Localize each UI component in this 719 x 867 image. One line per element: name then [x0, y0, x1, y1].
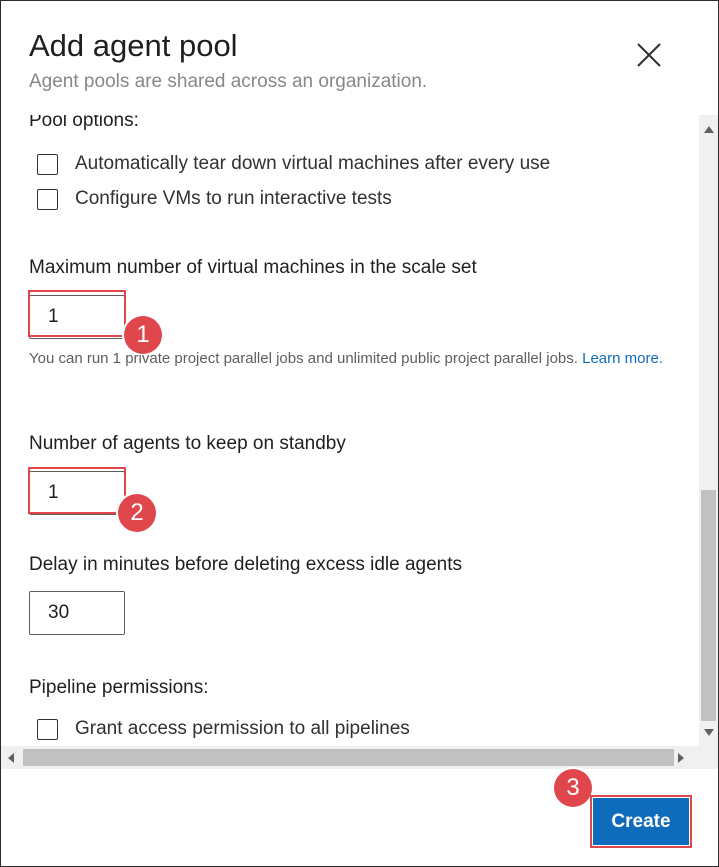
- scrollbar-corner: [699, 746, 718, 769]
- interactive-tests-checkbox[interactable]: [37, 188, 58, 210]
- learn-more-link[interactable]: Learn more.: [582, 350, 663, 367]
- pipeline-permissions-heading: Pipeline permissions:: [29, 677, 209, 698]
- standby-input[interactable]: 1: [29, 471, 125, 515]
- max-vms-input[interactable]: 1: [29, 295, 125, 339]
- scroll-down-arrow-icon[interactable]: [704, 729, 714, 736]
- horizontal-scrollbar[interactable]: [1, 746, 699, 769]
- dialog-scroll-area: Pool options: Automatically tear down vi…: [1, 115, 699, 746]
- grant-access-checkbox[interactable]: [37, 718, 58, 740]
- teardown-vms-label: Automatically tear down virtual machines…: [75, 153, 551, 174]
- step-3-badge: 3: [554, 769, 592, 807]
- teardown-vms-checkbox[interactable]: [37, 153, 58, 175]
- dialog-subtitle: Agent pools are shared across an organiz…: [29, 71, 428, 92]
- delay-label: Delay in minutes before deleting excess …: [29, 554, 463, 575]
- interactive-tests-label: Configure VMs to run interactive tests: [75, 188, 392, 209]
- standby-label: Number of agents to keep on standby: [29, 433, 346, 454]
- delay-input[interactable]: 30: [29, 591, 125, 635]
- grant-access-label: Grant access permission to all pipelines: [75, 718, 410, 739]
- grant-access-checkbox-row[interactable]: Grant access permission to all pipelines: [37, 718, 410, 740]
- teardown-vms-checkbox-row[interactable]: Automatically tear down virtual machines…: [37, 153, 550, 175]
- dialog-title: Add agent pool: [29, 28, 238, 63]
- interactive-tests-checkbox-row[interactable]: Configure VMs to run interactive tests: [37, 188, 392, 210]
- scroll-right-arrow-icon[interactable]: [678, 753, 684, 763]
- max-vms-help-text: You can run 1 private project parallel j…: [29, 348, 689, 370]
- close-icon[interactable]: [633, 39, 665, 71]
- add-agent-pool-dialog: Add agent pool Agent pools are shared ac…: [0, 0, 719, 867]
- vertical-scrollbar[interactable]: [699, 115, 718, 746]
- scroll-left-arrow-icon[interactable]: [8, 753, 14, 763]
- max-vms-help-message: You can run 1 private project parallel j…: [29, 350, 578, 367]
- scroll-up-arrow-icon[interactable]: [704, 126, 714, 133]
- step-2-badge: 2: [118, 494, 156, 532]
- max-vms-label: Maximum number of virtual machines in th…: [29, 257, 477, 278]
- create-button[interactable]: Create: [593, 798, 689, 845]
- horizontal-scroll-thumb[interactable]: [23, 749, 674, 766]
- vertical-scroll-thumb[interactable]: [701, 490, 716, 721]
- pool-options-heading: Pool options:: [29, 115, 139, 131]
